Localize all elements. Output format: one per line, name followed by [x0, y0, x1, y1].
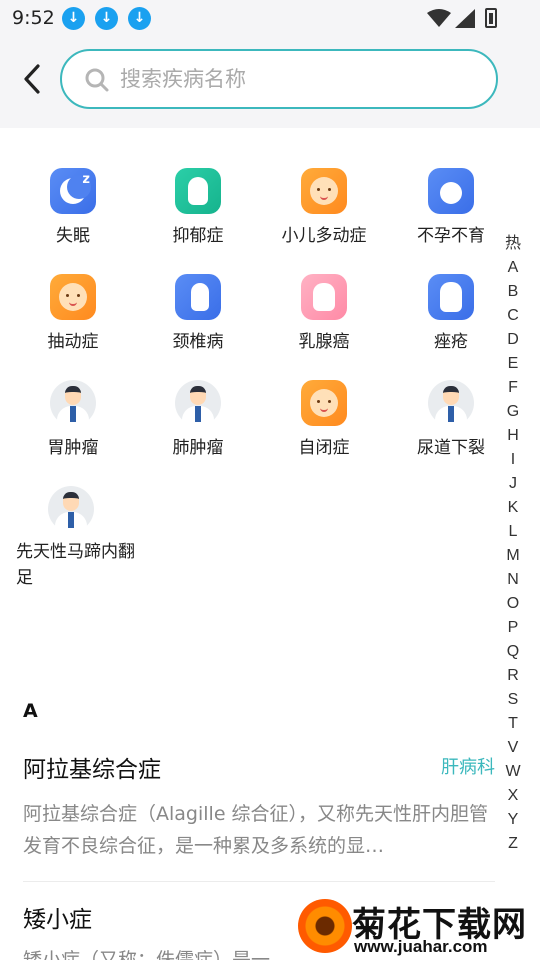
- doctor-avatar-icon: [175, 380, 221, 426]
- index-letter[interactable]: E: [500, 352, 526, 376]
- neck-icon: [175, 274, 221, 320]
- department-tag[interactable]: 肝病科: [441, 753, 495, 779]
- sleep-moon-icon: z: [50, 168, 96, 214]
- index-letter[interactable]: I: [500, 448, 526, 472]
- disease-grid-item[interactable]: 肺肿瘤: [135, 372, 261, 472]
- baby-face-icon: [301, 380, 347, 426]
- search-box[interactable]: [60, 49, 498, 109]
- doctor-avatar-icon: [428, 380, 474, 426]
- download-icon: ↓: [128, 7, 151, 30]
- disease-grid-label: 抽动症: [47, 332, 99, 352]
- disease-grid-item[interactable]: 痤疮: [388, 266, 514, 366]
- index-letter[interactable]: A: [500, 256, 526, 280]
- index-letter[interactable]: O: [500, 592, 526, 616]
- divider: [23, 881, 495, 882]
- disease-grid-item[interactable]: 抽动症: [10, 266, 136, 366]
- baby-face-icon: [50, 274, 96, 320]
- disease-grid-label: 颈椎病: [172, 332, 224, 352]
- disease-grid-item[interactable]: 乳腺癌: [261, 266, 387, 366]
- download-icon: ↓: [62, 7, 85, 30]
- index-letter[interactable]: G: [500, 400, 526, 424]
- doctor-avatar-icon: [48, 486, 94, 532]
- disease-list-item[interactable]: 阿拉基综合症 肝病科 阿拉基综合症（Alagille 综合征），又称先天性肝内胆…: [23, 750, 495, 862]
- disease-grid-label: 乳腺癌: [298, 332, 350, 352]
- pregnancy-icon: [428, 168, 474, 214]
- index-letter[interactable]: V: [500, 736, 526, 760]
- index-letter[interactable]: Z: [500, 832, 526, 856]
- watermark-url: www.juahar.com: [354, 937, 488, 956]
- download-icon: ↓: [95, 7, 118, 30]
- breast-icon: [301, 274, 347, 320]
- back-arrow-icon[interactable]: [18, 62, 48, 96]
- index-letter[interactable]: F: [500, 376, 526, 400]
- baby-face-icon: [301, 168, 347, 214]
- search-header: [0, 38, 540, 128]
- index-letter[interactable]: P: [500, 616, 526, 640]
- search-icon: [85, 68, 109, 92]
- disease-grid-item[interactable]: 胃肿瘤: [10, 372, 136, 472]
- doctor-avatar-icon: [50, 380, 96, 426]
- index-letter[interactable]: D: [500, 328, 526, 352]
- disease-grid-label: 自闭症: [298, 438, 350, 458]
- disease-grid-label: 抑郁症: [172, 226, 224, 246]
- watermark: 菊花下载网 www.juahar.com: [290, 893, 540, 960]
- index-letter[interactable]: R: [500, 664, 526, 688]
- signal-icon: [455, 9, 475, 28]
- disease-grid-label: 不孕不育: [417, 226, 485, 246]
- index-letter[interactable]: Q: [500, 640, 526, 664]
- index-letter[interactable]: J: [500, 472, 526, 496]
- section-header-letter: A: [23, 700, 38, 722]
- hand-icon: [428, 274, 474, 320]
- disease-grid-label: 痤疮: [434, 332, 468, 352]
- index-letter[interactable]: X: [500, 784, 526, 808]
- flower-logo-icon: [298, 899, 352, 953]
- disease-grid-item[interactable]: 小儿多动症: [261, 160, 387, 260]
- disease-name: 阿拉基综合症: [23, 757, 161, 783]
- alphabet-index[interactable]: 热ABCDEFGHIJKLMNOPQRSTVWXYZ: [500, 232, 526, 856]
- disease-grid-label: 尿道下裂: [417, 438, 485, 458]
- index-letter[interactable]: K: [500, 496, 526, 520]
- disease-grid-item[interactable]: 自闭症: [261, 372, 387, 472]
- index-letter[interactable]: N: [500, 568, 526, 592]
- index-letter[interactable]: W: [500, 760, 526, 784]
- index-letter[interactable]: C: [500, 304, 526, 328]
- disease-grid-label: 胃肿瘤: [47, 438, 99, 458]
- disease-grid-item[interactable]: 颈椎病: [135, 266, 261, 366]
- index-letter[interactable]: S: [500, 688, 526, 712]
- index-letter[interactable]: 热: [500, 232, 526, 256]
- index-letter[interactable]: Y: [500, 808, 526, 832]
- depression-figure-icon: [175, 168, 221, 214]
- disease-grid-item[interactable]: 抑郁症: [135, 160, 261, 260]
- index-letter[interactable]: B: [500, 280, 526, 304]
- disease-grid-item[interactable]: z 失眠: [10, 160, 136, 260]
- disease-description: 阿拉基综合症（Alagille 综合征），又称先天性肝内胆管发育不良综合征，是一…: [23, 803, 489, 857]
- index-letter[interactable]: M: [500, 544, 526, 568]
- disease-grid-label: 肺肿瘤: [172, 438, 224, 458]
- wifi-icon: [427, 9, 451, 27]
- disease-grid-item[interactable]: 尿道下裂: [388, 372, 514, 472]
- battery-icon: [485, 8, 497, 28]
- disease-grid-label: 先天性马蹄内翻足: [16, 542, 135, 588]
- status-bar: 9:52 ↓ ↓ ↓: [0, 0, 540, 38]
- index-letter[interactable]: T: [500, 712, 526, 736]
- disease-grid-item[interactable]: 先天性马蹄内翻足: [0, 478, 136, 588]
- index-letter[interactable]: H: [500, 424, 526, 448]
- index-letter[interactable]: L: [500, 520, 526, 544]
- disease-grid-label: 失眠: [56, 226, 90, 246]
- search-input[interactable]: [120, 63, 480, 95]
- disease-grid-label: 小儿多动症: [281, 226, 367, 246]
- status-time: 9:52: [12, 7, 55, 29]
- disease-grid-item[interactable]: 不孕不育: [388, 160, 514, 260]
